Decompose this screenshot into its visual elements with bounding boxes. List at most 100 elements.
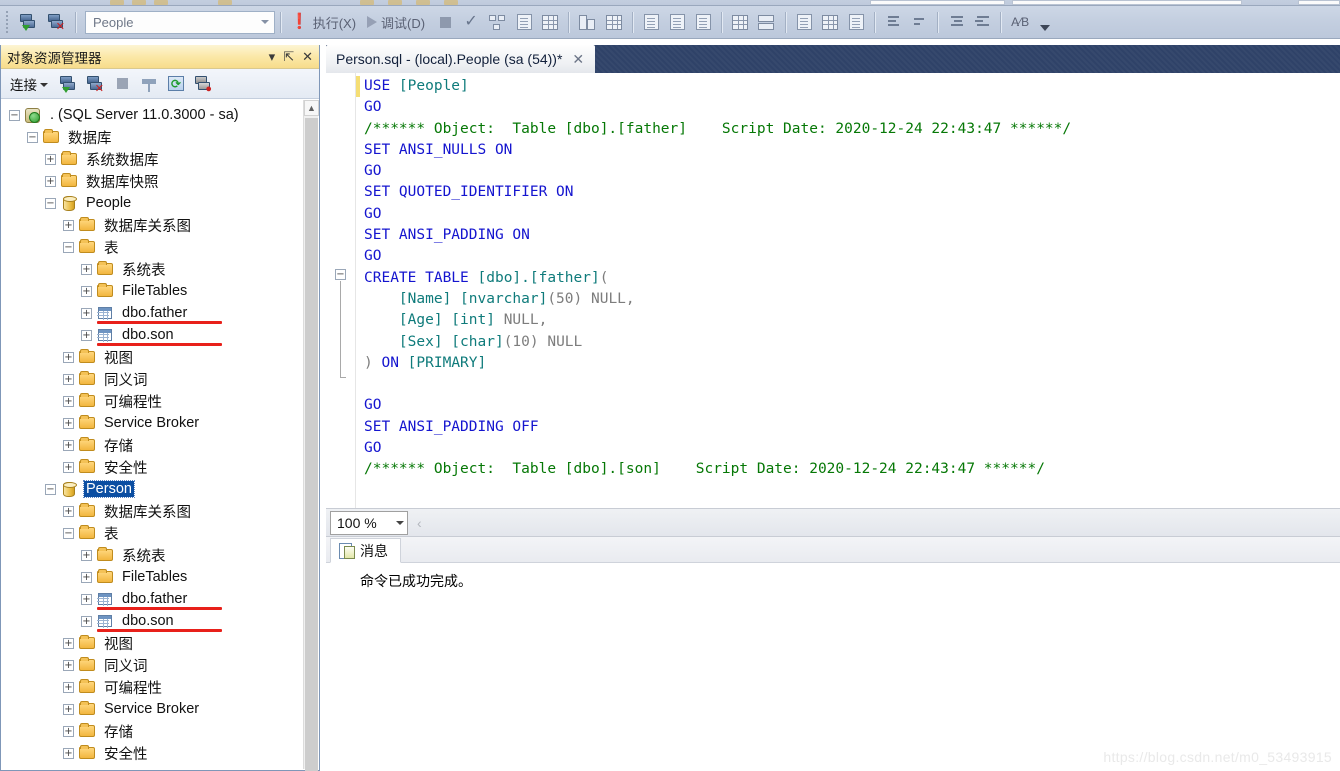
- tree-node[interactable]: + 可编程性: [1, 390, 305, 412]
- expand-toggle-icon[interactable]: +: [63, 505, 74, 517]
- display-estimated-execution-plan-button[interactable]: [484, 9, 511, 35]
- clear-filter-button[interactable]: ●: [193, 74, 213, 94]
- object-explorer-scrollbar[interactable]: ▲: [303, 100, 319, 771]
- tree-node[interactable]: + 可编程性: [1, 676, 305, 698]
- results-to-grid-button[interactable]: [601, 9, 627, 35]
- uncomment-lines-button[interactable]: [906, 9, 932, 35]
- results-text-view-button[interactable]: [791, 9, 817, 35]
- tree-node[interactable]: + 视图: [1, 632, 305, 654]
- expand-toggle-icon[interactable]: +: [81, 549, 92, 561]
- object-explorer-tree[interactable]: −. (SQL Server 11.0.3000 - sa) − 数据库 + 系统数据库…: [1, 100, 305, 770]
- expand-toggle-icon[interactable]: +: [63, 373, 74, 385]
- tree-node[interactable]: + 系统数据库: [1, 148, 305, 170]
- tree-node[interactable]: + 安全性: [1, 742, 305, 764]
- connect-object-explorer-button[interactable]: [14, 9, 42, 35]
- expand-toggle-icon[interactable]: +: [81, 285, 92, 297]
- tree-node[interactable]: + FileTables: [1, 566, 305, 588]
- parse-button[interactable]: ✓: [458, 9, 484, 35]
- collapse-toggle-icon[interactable]: −: [9, 109, 20, 121]
- results-grid-view-button[interactable]: [817, 9, 843, 35]
- expand-toggle-icon[interactable]: +: [63, 417, 74, 429]
- stop-button[interactable]: [112, 74, 132, 94]
- toolbar-grip[interactable]: [3, 11, 12, 33]
- tree-node[interactable]: + 系统表: [1, 544, 305, 566]
- expand-toggle-icon[interactable]: +: [63, 439, 74, 451]
- collapse-toggle-icon[interactable]: −: [45, 483, 56, 495]
- expand-toggle-icon[interactable]: +: [81, 263, 92, 275]
- expand-toggle-icon[interactable]: +: [63, 461, 74, 473]
- connect-dropdown-button[interactable]: 连接: [7, 72, 51, 96]
- document-tab-person-sql[interactable]: Person.sql - (local).People (sa (54))* ✕: [326, 45, 596, 73]
- scroll-left-icon[interactable]: ‹: [417, 515, 422, 531]
- tree-node[interactable]: + 存储: [1, 720, 305, 742]
- zoom-level-combo[interactable]: 100 %: [330, 510, 408, 535]
- tree-node[interactable]: − . (SQL Server 11.0.3000 - sa): [1, 104, 305, 126]
- code-fold-toggle[interactable]: −: [335, 269, 346, 280]
- tree-node[interactable]: − 表: [1, 522, 305, 544]
- expand-toggle-icon[interactable]: +: [81, 593, 92, 605]
- query-options-button[interactable]: [690, 9, 716, 35]
- cancel-executing-query-button[interactable]: [432, 9, 458, 35]
- results-file-view-button[interactable]: [843, 9, 869, 35]
- expand-toggle-icon[interactable]: +: [63, 747, 74, 759]
- include-client-statistics-button[interactable]: [537, 9, 563, 35]
- available-databases-combo[interactable]: People: [85, 10, 275, 34]
- tree-node[interactable]: − 数据库: [1, 126, 305, 148]
- collapse-toggle-icon[interactable]: −: [27, 131, 38, 143]
- scrollbar-thumb[interactable]: [305, 118, 318, 771]
- disconnect-button[interactable]: ✕: [85, 74, 105, 94]
- object-explorer-details-button[interactable]: [727, 9, 753, 35]
- specify-values-button[interactable]: [753, 9, 780, 35]
- collapse-toggle-icon[interactable]: −: [45, 197, 56, 209]
- tree-node[interactable]: + 存储: [1, 434, 305, 456]
- tree-node[interactable]: + 同义词: [1, 654, 305, 676]
- expand-toggle-icon[interactable]: +: [81, 571, 92, 583]
- expand-toggle-icon[interactable]: +: [63, 351, 74, 363]
- expand-toggle-icon[interactable]: +: [63, 659, 74, 671]
- tree-node[interactable]: − Person: [1, 478, 305, 500]
- tree-node[interactable]: + FileTables: [1, 280, 305, 302]
- expand-toggle-icon[interactable]: +: [81, 615, 92, 627]
- chevron-down-icon[interactable]: [392, 513, 407, 532]
- close-icon[interactable]: ✕: [302, 49, 313, 65]
- properties-window-button[interactable]: [664, 9, 690, 35]
- expand-toggle-icon[interactable]: +: [45, 175, 56, 187]
- expand-toggle-icon[interactable]: +: [63, 219, 74, 231]
- tree-node[interactable]: + 数据库关系图: [1, 214, 305, 236]
- disconnect-object-explorer-button[interactable]: ✕: [42, 9, 70, 35]
- tree-node[interactable]: + 数据库关系图: [1, 500, 305, 522]
- chevron-down-icon[interactable]: [257, 13, 272, 32]
- toolbar-overflow-icon[interactable]: [1038, 10, 1051, 34]
- tree-node[interactable]: + 数据库快照: [1, 170, 305, 192]
- expand-toggle-icon[interactable]: +: [81, 307, 92, 319]
- expand-toggle-icon[interactable]: +: [81, 329, 92, 341]
- expand-toggle-icon[interactable]: +: [63, 703, 74, 715]
- expand-toggle-icon[interactable]: +: [63, 725, 74, 737]
- expand-toggle-icon[interactable]: +: [63, 637, 74, 649]
- collapse-toggle-icon[interactable]: −: [63, 241, 74, 253]
- tree-node[interactable]: + 安全性: [1, 456, 305, 478]
- tree-node[interactable]: − People: [1, 192, 305, 214]
- tree-node[interactable]: + Service Broker: [1, 698, 305, 720]
- tree-node[interactable]: + 系统表: [1, 258, 305, 280]
- spell-check-button[interactable]: A⁄B: [1006, 9, 1034, 35]
- chevron-down-icon[interactable]: ▾: [269, 49, 276, 65]
- debug-button[interactable]: 调试(D): [363, 9, 432, 35]
- sql-code-text[interactable]: USE [People] GO /****** Object: Table [dbo…: [356, 76, 1340, 508]
- collapse-toggle-icon[interactable]: −: [63, 527, 74, 539]
- tree-node[interactable]: − 表: [1, 236, 305, 258]
- include-actual-execution-plan-button[interactable]: [511, 9, 537, 35]
- results-to-text-button[interactable]: [574, 9, 601, 35]
- increase-indent-button[interactable]: [943, 9, 969, 35]
- tab-messages[interactable]: 消息: [330, 538, 401, 563]
- comment-lines-button[interactable]: [880, 9, 906, 35]
- expand-toggle-icon[interactable]: +: [63, 395, 74, 407]
- execute-button[interactable]: ❗ 执行(X): [286, 9, 363, 35]
- sql-code-editor[interactable]: − USE [People] GO /****** Object: Table [d…: [326, 73, 1340, 508]
- expand-toggle-icon[interactable]: +: [45, 153, 56, 165]
- scroll-up-icon[interactable]: ▲: [304, 100, 319, 116]
- decrease-indent-button[interactable]: [969, 9, 995, 35]
- filter-button[interactable]: [139, 74, 159, 94]
- close-icon[interactable]: ✕: [569, 52, 587, 66]
- tree-node[interactable]: + Service Broker: [1, 412, 305, 434]
